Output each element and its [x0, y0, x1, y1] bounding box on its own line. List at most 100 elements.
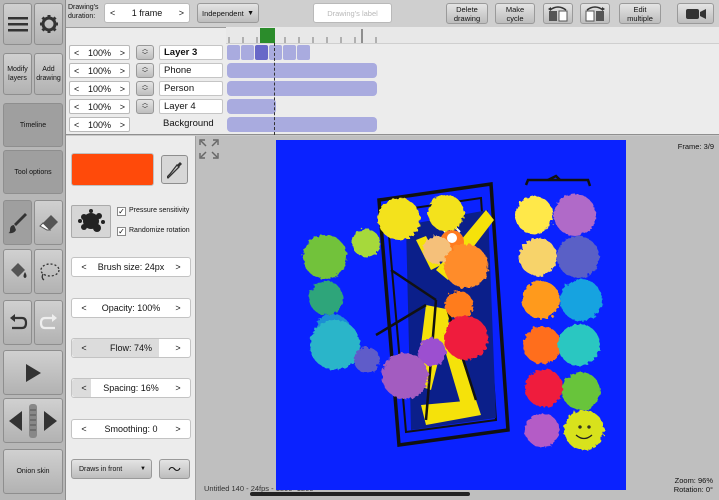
layer-opacity-decrease[interactable]: <: [74, 48, 79, 58]
duration-next[interactable]: >: [179, 8, 184, 18]
flip-left-button[interactable]: [543, 3, 573, 24]
layer-opacity-stepper[interactable]: < 100% >: [69, 45, 130, 60]
eyedropper-button[interactable]: [161, 155, 188, 184]
add-drawing-button[interactable]: Add drawing: [34, 53, 63, 95]
flow-slider[interactable]: < Flow: 74% >: [71, 338, 191, 358]
drawing-label-placeholder: Drawing's label: [327, 8, 378, 18]
brush-preview[interactable]: [71, 205, 111, 238]
opacity-increase[interactable]: >: [172, 303, 184, 313]
redo-button[interactable]: [34, 300, 63, 345]
layer-reorder-button[interactable]: ︿ ﹀: [136, 63, 154, 78]
frame-cell[interactable]: [283, 45, 296, 60]
layer-opacity-increase[interactable]: >: [120, 120, 125, 130]
layer-name[interactable]: Background: [159, 117, 223, 132]
duration-prev[interactable]: <: [110, 8, 115, 18]
smoothing-decrease[interactable]: <: [78, 424, 90, 434]
layer-name[interactable]: Layer 3: [159, 45, 223, 60]
flow-decrease[interactable]: <: [78, 343, 90, 353]
layer-reorder-button[interactable]: ︿ ﹀: [136, 81, 154, 96]
layer-name[interactable]: Layer 4: [159, 99, 223, 114]
layer-name[interactable]: Person: [159, 81, 223, 96]
layer-opacity-stepper[interactable]: < 100% >: [69, 117, 130, 132]
layer-opacity-stepper[interactable]: < 100% >: [69, 99, 130, 114]
edit-multiple-button[interactable]: Edit multiple: [619, 3, 661, 24]
layer-frame-track[interactable]: [227, 63, 377, 78]
randomize-rotation-label: Randomize rotation: [129, 227, 190, 234]
opacity-slider[interactable]: < Opacity: 100% >: [71, 298, 191, 318]
brush-tool-button[interactable]: [3, 200, 32, 245]
brush-size-decrease[interactable]: <: [78, 262, 90, 272]
layer-reorder-button[interactable]: ︿ ﹀: [136, 99, 154, 114]
independent-dropdown[interactable]: Independent ▼: [197, 3, 259, 23]
randomize-rotation-checkbox[interactable]: ✓: [117, 227, 126, 236]
layer-name[interactable]: Phone: [159, 63, 223, 78]
layer-opacity-stepper[interactable]: < 100% >: [69, 63, 130, 78]
layer-opacity-decrease[interactable]: <: [74, 120, 79, 130]
spacing-decrease[interactable]: <: [78, 383, 90, 393]
dropdown-arrow-icon: ▼: [140, 465, 146, 472]
spacing-increase[interactable]: >: [172, 383, 184, 393]
home-indicator: [250, 492, 470, 496]
frame-cell[interactable]: [297, 45, 310, 60]
smoothing-slider[interactable]: < Smoothing: 0 >: [71, 419, 191, 439]
frame-cell[interactable]: [227, 45, 240, 60]
chevron-down-icon: ﹀: [141, 70, 148, 77]
lasso-tool-button[interactable]: [34, 249, 63, 294]
video-camera-icon: [685, 8, 706, 19]
eraser-tool-button[interactable]: [34, 200, 63, 245]
layer-frame-track[interactable]: [227, 81, 377, 96]
smoothing-increase[interactable]: >: [172, 424, 184, 434]
timeline-button[interactable]: Timeline: [3, 103, 63, 147]
frame-cell[interactable]: [255, 45, 268, 60]
layer-opacity-increase[interactable]: >: [120, 48, 125, 58]
right-color-dots: [515, 194, 604, 450]
duration-stepper[interactable]: < 1 frame >: [104, 3, 190, 23]
fullscreen-button[interactable]: [199, 139, 219, 159]
layer-opacity-increase[interactable]: >: [120, 66, 125, 76]
stroke-style-button[interactable]: 〜: [159, 459, 190, 479]
layer-opacity-decrease[interactable]: <: [74, 102, 79, 112]
layer-opacity-decrease[interactable]: <: [74, 66, 79, 76]
flow-label: Flow: 74%: [109, 343, 153, 353]
layer-opacity-decrease[interactable]: <: [74, 84, 79, 94]
dropdown-arrow-icon: ▼: [247, 9, 254, 17]
undo-button[interactable]: [3, 300, 32, 345]
menu-button[interactable]: [3, 3, 32, 45]
brush-size-slider[interactable]: < Brush size: 24px >: [71, 257, 191, 277]
play-button[interactable]: [3, 350, 63, 395]
layer-frame-track[interactable]: [227, 117, 377, 132]
delete-drawing-button[interactable]: Delete drawing: [446, 3, 488, 24]
settings-button[interactable]: [34, 3, 63, 45]
brush-size-increase[interactable]: >: [172, 262, 184, 272]
flip-right-button[interactable]: [580, 3, 610, 24]
camera-button[interactable]: [677, 3, 714, 24]
layer-opacity-increase[interactable]: >: [120, 102, 125, 112]
frame-cell[interactable]: [269, 45, 282, 60]
frame-cell[interactable]: [241, 45, 254, 60]
lasso-icon: [39, 262, 60, 281]
onion-skin-button[interactable]: Onion skin: [3, 449, 63, 494]
paint-bucket-icon: [10, 262, 26, 278]
layer-frame-track[interactable]: [227, 45, 311, 60]
tool-options-button[interactable]: Tool options: [3, 150, 63, 194]
frame-scrubber[interactable]: [3, 398, 63, 443]
layer-opacity-stepper[interactable]: < 100% >: [69, 81, 130, 96]
drawing-label-input[interactable]: Drawing's label: [313, 3, 392, 23]
spacing-label: Spacing: 16%: [103, 383, 159, 393]
playhead-marker[interactable]: [260, 28, 275, 43]
layer-opacity-increase[interactable]: >: [120, 84, 125, 94]
zoom-readout: Zoom: 96%: [674, 476, 713, 485]
drawing-canvas[interactable]: [276, 140, 626, 490]
spacing-slider[interactable]: < Spacing: 16% >: [71, 378, 191, 398]
make-cycle-button[interactable]: Make cycle: [495, 3, 535, 24]
layer-reorder-button[interactable]: ︿ ﹀: [136, 45, 154, 60]
draws-in-front-dropdown[interactable]: Draws in front ▼: [71, 459, 152, 479]
playhead-line: [274, 43, 275, 135]
pressure-sensitivity-checkbox[interactable]: ✓: [117, 207, 126, 216]
fill-tool-button[interactable]: [3, 249, 32, 294]
layer-frame-track[interactable]: [227, 99, 276, 114]
color-swatch[interactable]: [71, 153, 154, 186]
flow-increase[interactable]: >: [172, 343, 184, 353]
modify-layers-button[interactable]: Modify layers: [3, 53, 32, 95]
opacity-decrease[interactable]: <: [78, 303, 90, 313]
